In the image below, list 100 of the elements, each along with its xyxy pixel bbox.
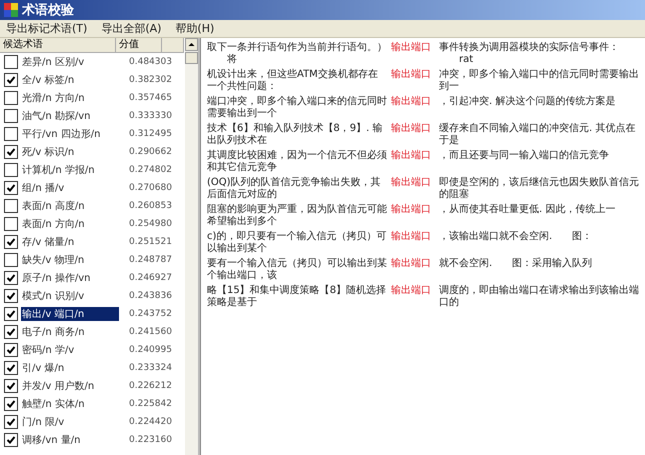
term-item[interactable]: 计算机/n 学报/n [21, 163, 119, 177]
term-item[interactable]: 调移/vn 量/n [21, 433, 119, 447]
checkbox[interactable] [4, 199, 18, 213]
checkbox[interactable] [4, 379, 18, 393]
context-text: c)的，即只要有一个输入信元（拷贝）可以输出到某个 [207, 231, 386, 254]
column-header[interactable]: 分值 [116, 38, 162, 52]
checkbox[interactable] [4, 415, 18, 429]
term-item[interactable]: 引/v 爆/n [21, 361, 119, 375]
checkbox[interactable] [4, 217, 18, 231]
context-text: 图： [572, 231, 592, 243]
term-item[interactable]: 光滑/n 方向/n [21, 91, 119, 105]
term-item[interactable]: 全/v 标签/n [21, 73, 119, 87]
score-cell: 0.243752 [129, 309, 172, 319]
context-text: ，引起冲突. 解决这个问题的传统方案是 [439, 96, 616, 107]
context-text: 将 [227, 54, 237, 66]
checkbox[interactable] [4, 163, 18, 177]
context-text: ，从而使其吞吐量更低. 因此，传统上一 [439, 204, 616, 215]
term-item[interactable]: 触壁/n 实体/n [21, 397, 119, 411]
keyword-text: 输出端口 [391, 204, 432, 217]
scroll-up-icon[interactable] [185, 38, 198, 51]
checkbox[interactable] [4, 343, 18, 357]
score-cell: 0.223160 [129, 435, 172, 445]
term-item[interactable]: 输出/v 端口/n [21, 307, 119, 321]
checkbox[interactable] [4, 433, 18, 447]
context-text: 图：采用输入队列 [512, 258, 592, 270]
term-item[interactable]: 密码/n 学/v [21, 343, 119, 357]
term-item[interactable]: 表面/n 方向/n [21, 217, 119, 231]
context-text: rat [459, 54, 474, 66]
context-text: 机设计出来，但这些ATM交换机都存在一个共性问题： [207, 69, 378, 92]
term-item[interactable]: 表面/n 高度/n [21, 199, 119, 213]
checkbox[interactable] [4, 307, 18, 321]
term-item[interactable]: 存/v 储量/n [21, 235, 119, 249]
score-cell: 0.290662 [129, 147, 172, 157]
term-item[interactable]: 差异/n 区别/v [21, 55, 119, 69]
menu-item[interactable]: 导出标记术语(T) [6, 21, 88, 36]
term-item[interactable]: 电子/n 商务/n [21, 325, 119, 339]
score-cell: 0.225842 [129, 399, 172, 409]
checkbox[interactable] [4, 109, 18, 123]
score-cell: 0.484303 [129, 57, 172, 67]
checkbox[interactable] [4, 253, 18, 267]
checkbox[interactable] [4, 325, 18, 339]
score-cell: 0.243836 [129, 291, 172, 301]
checkbox[interactable] [4, 361, 18, 375]
score-cell: 0.251521 [129, 237, 172, 247]
checkbox[interactable] [4, 127, 18, 141]
keyword-text: 输出端口 [391, 285, 432, 298]
keyword-text: 输出端口 [391, 69, 432, 82]
score-cell: 0.246927 [129, 273, 172, 283]
term-item[interactable]: 并发/v 用户数/n [21, 379, 119, 393]
context-text: ，该输出端口就不会空闲. [439, 231, 552, 242]
score-cell: 0.248787 [129, 255, 172, 265]
score-cell: 0.357465 [129, 93, 172, 103]
keyword-text: 输出端口 [391, 42, 432, 55]
term-item[interactable]: 平行/vn 四边形/n [21, 127, 119, 141]
keyword-text: 输出端口 [391, 231, 432, 244]
app-icon [4, 3, 18, 17]
window-title: 术语校验 [22, 2, 74, 19]
score-cell: 0.233324 [129, 363, 172, 373]
term-item[interactable]: 油气/n 勘探/vn [21, 109, 119, 123]
keyword-text: 输出端口 [391, 258, 432, 271]
checkbox[interactable] [4, 271, 18, 285]
score-cell: 0.224420 [129, 417, 172, 427]
checkbox[interactable] [4, 397, 18, 411]
keyword-text: 输出端口 [391, 123, 432, 136]
checkbox[interactable] [4, 181, 18, 195]
score-cell: 0.270680 [129, 183, 172, 193]
context-text: 就不会空闲. [439, 258, 492, 269]
score-cell: 0.312495 [129, 129, 172, 139]
context-text: 调度的，即由输出端口在请求输出到该输出端口的 [439, 285, 639, 308]
score-cell: 0.260853 [129, 201, 172, 211]
term-item[interactable]: 门/n 限/v [21, 415, 119, 429]
term-item[interactable]: 缺失/v 物理/n [21, 253, 119, 267]
menu-item[interactable]: 导出全部(A) [101, 21, 162, 36]
term-item[interactable]: 死/v 标识/n [21, 145, 119, 159]
checkbox[interactable] [4, 73, 18, 87]
context-text: 取下一条并行语句作为当前并行语句。） [207, 42, 387, 53]
keyword-text: 输出端口 [391, 150, 432, 163]
score-cell: 0.333330 [129, 111, 172, 121]
context-text: 冲突，即多个输入端口中的信元同时需要输出到一 [439, 69, 639, 92]
column-header[interactable]: 候选术语 [0, 38, 116, 52]
checkbox[interactable] [4, 91, 18, 105]
checkbox[interactable] [4, 235, 18, 249]
term-item[interactable]: 原子/n 操作/vn [21, 271, 119, 285]
term-item[interactable]: 模式/n 识别/v [21, 289, 119, 303]
menu-item[interactable]: 帮助(H) [175, 21, 214, 36]
context-text: (OQ)队列的队首信元竞争输出失败，其后面信元对应的 [207, 177, 381, 200]
context-text: ，而且还要与同一输入端口的信元竞争 [439, 150, 609, 161]
context-text: 要有一个输入信元（拷贝）可以输出到某个输出端口，该 [207, 258, 387, 281]
scrollbar[interactable] [185, 38, 198, 455]
context-text: 即使是空闲的，该后继信元也因失败队首信元的阻塞 [439, 177, 639, 200]
term-item[interactable]: 组/n 播/v [21, 181, 119, 195]
checkbox[interactable] [4, 289, 18, 303]
checkbox[interactable] [4, 145, 18, 159]
score-cell: 0.274802 [129, 165, 172, 175]
scroll-thumb[interactable] [185, 52, 198, 64]
score-cell: 0.254980 [129, 219, 172, 229]
context-text: 事件转换为调用器模块的实际信号事件： [439, 42, 619, 53]
checkbox[interactable] [4, 55, 18, 69]
context-text: 其调度比较困难，因为一个信元不但必须和其它信元竞争 [207, 150, 387, 173]
context-text: 略【15】和集中调度策略【8】随机选择策略是基于 [207, 285, 386, 308]
